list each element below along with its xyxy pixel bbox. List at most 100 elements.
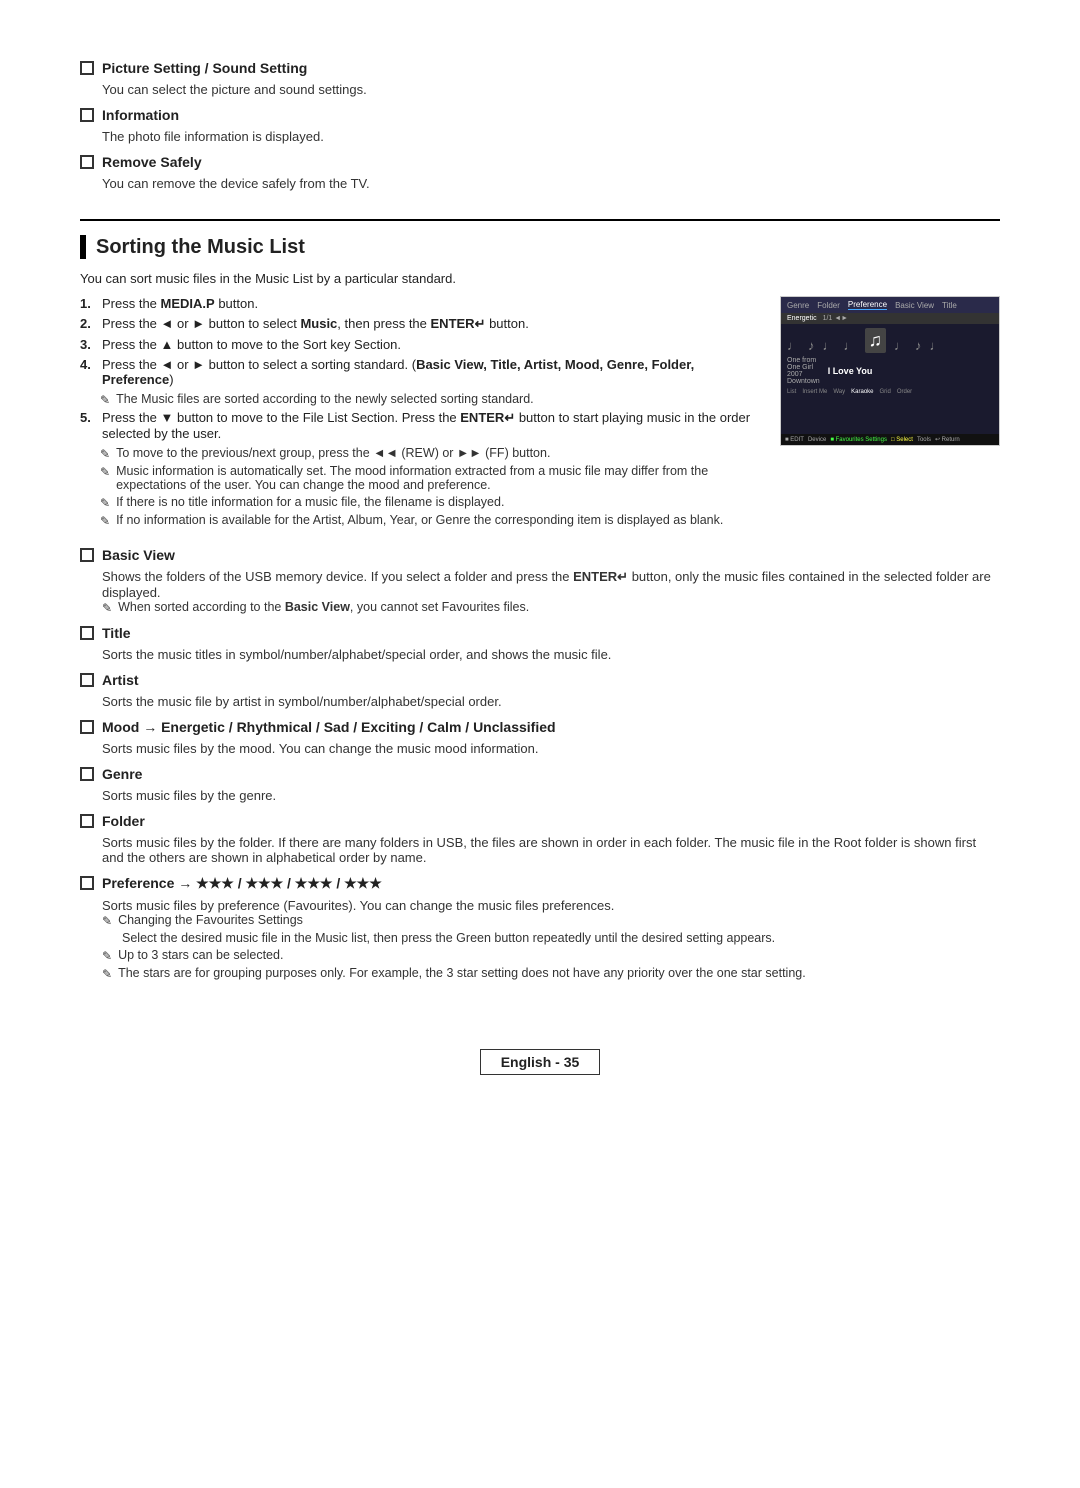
- tv-nav-genre: Genre: [787, 301, 809, 310]
- step-5-note-3: ✎ If there is no title information for a…: [100, 495, 760, 510]
- genre-section: Genre Sorts music files by the genre.: [80, 766, 1000, 803]
- tv-nav-bar: Genre Folder Preference Basic View Title: [781, 297, 999, 313]
- checkbox-icon-information: [80, 108, 94, 122]
- tv-screenshot: Genre Folder Preference Basic View Title…: [780, 296, 1000, 446]
- folder-section: Folder Sorts music files by the folder. …: [80, 813, 1000, 865]
- basic-view-note: ✎ When sorted according to the Basic Vie…: [102, 600, 1000, 615]
- tv-screenshot-container: Genre Folder Preference Basic View Title…: [780, 296, 1000, 446]
- title-section: Title Sorts the music titles in symbol/n…: [80, 625, 1000, 662]
- remove-safely-section: Remove Safely You can remove the device …: [80, 154, 1000, 191]
- picture-setting-desc: You can select the picture and sound set…: [102, 82, 1000, 97]
- tv-note-4: ♩: [844, 338, 857, 353]
- tv-note-3: ♩: [823, 338, 836, 353]
- tv-label-list: List: [787, 389, 796, 395]
- tv-track-labels: List Insert Me Way Karaoke Grid Order: [787, 389, 993, 395]
- tv-note-highlighted: ♫: [865, 328, 887, 353]
- tv-nav-folder: Folder: [817, 301, 840, 310]
- tv-footer-bar: ■ EDIT Device ■ Favourites Settings □ Se…: [781, 434, 999, 445]
- preference-note-1: ✎ Changing the Favourites Settings: [102, 913, 1000, 928]
- checkbox-icon-preference: [80, 876, 94, 890]
- title-bar-icon: [80, 235, 86, 259]
- genre-desc: Sorts music files by the genre.: [102, 788, 1000, 803]
- steps-with-image: 1. Press the MEDIA.P button. 2. Press th…: [80, 296, 1000, 531]
- tv-label-way: Way: [833, 389, 845, 395]
- genre-title: Genre: [102, 766, 142, 782]
- step-5: 5. Press the ▼ button to move to the Fil…: [80, 410, 760, 441]
- tv-sort-bar: Energetic 1/1 ◄►: [781, 313, 999, 324]
- tv-sort-indicator: 1/1 ◄►: [823, 315, 849, 322]
- sub-sections: Basic View Shows the folders of the USB …: [80, 547, 1000, 981]
- checkbox-icon-title: [80, 626, 94, 640]
- artist-title: Artist: [102, 672, 139, 688]
- tv-track-details: One fromOne Girl2007Downtown: [787, 357, 820, 385]
- artist-desc: Sorts the music file by artist in symbol…: [102, 694, 1000, 709]
- checkbox-icon-basic-view: [80, 548, 94, 562]
- tv-footer-select: □ Select: [891, 437, 913, 443]
- mood-section: Mood → Energetic / Rhythmical / Sad / Ex…: [80, 719, 1000, 756]
- step-1: 1. Press the MEDIA.P button.: [80, 296, 760, 311]
- checkbox-icon-picture: [80, 61, 94, 75]
- steps-column: 1. Press the MEDIA.P button. 2. Press th…: [80, 296, 760, 531]
- tv-note-5: ♩: [894, 338, 907, 353]
- folder-desc: Sorts music files by the folder. If ther…: [102, 835, 1000, 865]
- tv-label-order: Order: [897, 389, 912, 395]
- step-3: 3. Press the ▲ button to move to the Sor…: [80, 337, 760, 352]
- tv-track-info: One fromOne Girl2007Downtown I Love You: [787, 357, 993, 385]
- information-section: Information The photo file information i…: [80, 107, 1000, 144]
- basic-view-title: Basic View: [102, 547, 175, 563]
- main-section-title-text: Sorting the Music List: [96, 236, 305, 259]
- tv-footer-tools: Tools: [917, 437, 931, 443]
- tv-energetic-badge: Energetic: [787, 315, 817, 322]
- tv-music-content: ♩ ♪ ♩ ♩ ♫ ♩ ♪ ♩ One fromOne Girl2007Down…: [781, 324, 999, 434]
- information-desc: The photo file information is displayed.: [102, 129, 1000, 144]
- tv-note-7: ♩: [930, 338, 943, 353]
- basic-view-desc: Shows the folders of the USB memory devi…: [102, 569, 1000, 600]
- tv-footer-favourites: ■ Favourites Settings: [830, 437, 887, 443]
- section-divider: [80, 219, 1000, 221]
- step-5-note-2: ✎ Music information is automatically set…: [100, 464, 760, 492]
- checkbox-icon-folder: [80, 814, 94, 828]
- tv-label-grid: Grid: [880, 389, 891, 395]
- tv-footer-device: Device: [808, 437, 826, 443]
- artist-section: Artist Sorts the music file by artist in…: [80, 672, 1000, 709]
- remove-safely-title: Remove Safely: [102, 154, 202, 170]
- picture-setting-section: Picture Setting / Sound Setting You can …: [80, 60, 1000, 97]
- step-5-note-4: ✎ If no information is available for the…: [100, 513, 760, 528]
- tv-footer-edit: ■ EDIT: [785, 437, 804, 443]
- information-title: Information: [102, 107, 179, 123]
- step-2: 2. Press the ◄ or ► button to select Mus…: [80, 316, 760, 332]
- tv-note-1: ♩: [787, 338, 800, 353]
- tv-label-karaoke: Karaoke: [851, 389, 873, 395]
- tv-nav-preference: Preference: [848, 300, 887, 310]
- preference-note-2: ✎ Up to 3 stars can be selected.: [102, 948, 1000, 963]
- tv-nav-title: Title: [942, 301, 957, 310]
- remove-safely-desc: You can remove the device safely from th…: [102, 176, 1000, 191]
- intro-text: You can sort music files in the Music Li…: [80, 271, 1000, 286]
- checkbox-icon-artist: [80, 673, 94, 687]
- title-desc: Sorts the music titles in symbol/number/…: [102, 647, 1000, 662]
- tv-track-name: I Love You: [828, 366, 873, 376]
- preference-note-3: ✎ The stars are for grouping purposes on…: [102, 966, 1000, 981]
- checkbox-icon-remove: [80, 155, 94, 169]
- page-number-label: English - 35: [501, 1054, 580, 1070]
- tv-nav-basicview: Basic View: [895, 301, 934, 310]
- folder-title: Folder: [102, 813, 145, 829]
- step-5-note-1: ✎ To move to the previous/next group, pr…: [100, 446, 760, 461]
- tv-footer-return: ↩ Return: [935, 436, 960, 443]
- title-section-title: Title: [102, 625, 131, 641]
- page-footer: English - 35: [80, 1041, 1000, 1083]
- checkbox-icon-mood: [80, 720, 94, 734]
- preference-section: Preference → ★★★ / ★★★ / ★★★ / ★★★ Sorts…: [80, 875, 1000, 981]
- preference-desc: Sorts music files by preference (Favouri…: [102, 898, 1000, 913]
- preference-title: Preference → ★★★ / ★★★ / ★★★ / ★★★: [102, 875, 382, 892]
- main-section-header: Sorting the Music List: [80, 235, 1000, 259]
- page-number-box: English - 35: [480, 1049, 601, 1075]
- tv-music-notes-row: ♩ ♪ ♩ ♩ ♫ ♩ ♪ ♩: [787, 328, 993, 353]
- preference-note-1-sub: Select the desired music file in the Mus…: [122, 931, 1000, 945]
- tv-note-2: ♪: [808, 338, 815, 353]
- step-4: 4. Press the ◄ or ► button to select a s…: [80, 357, 760, 387]
- mood-title: Mood → Energetic / Rhythmical / Sad / Ex…: [102, 719, 556, 735]
- basic-view-section: Basic View Shows the folders of the USB …: [80, 547, 1000, 615]
- tv-note-6: ♪: [915, 338, 922, 353]
- tv-label-insertme: Insert Me: [802, 389, 827, 395]
